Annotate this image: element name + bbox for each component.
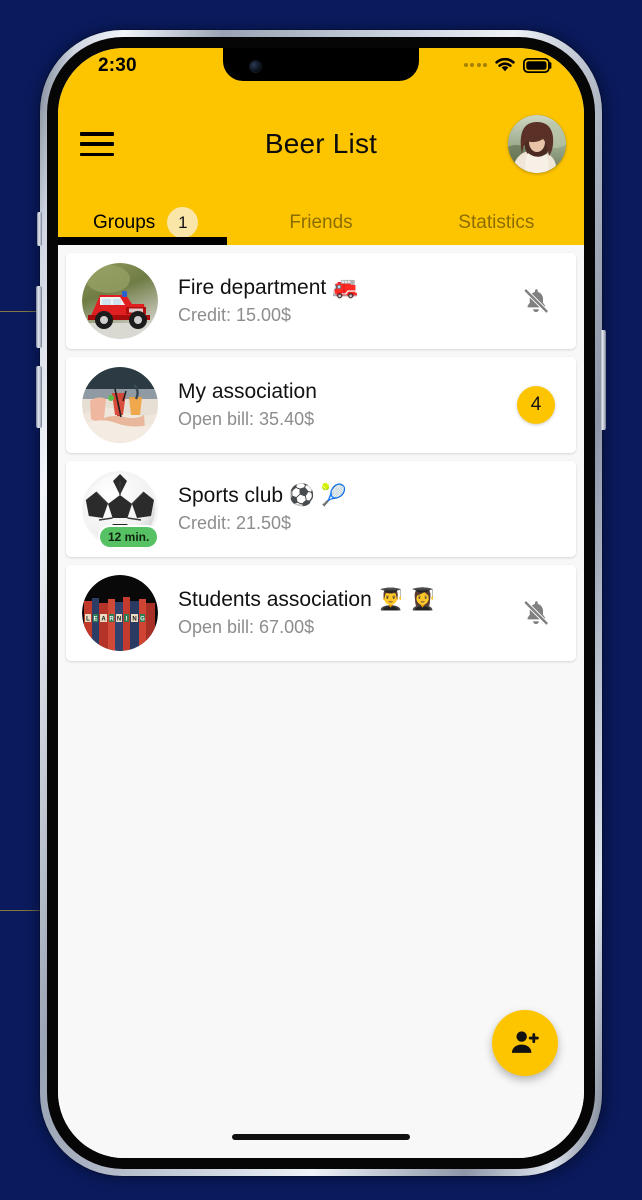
row-text: Sports club ⚽ 🎾 Credit: 21.50$	[158, 482, 512, 536]
page-title: Beer List	[264, 128, 378, 159]
power-button[interactable]	[600, 330, 606, 430]
group-detail: Open bill: 35.40$	[178, 409, 315, 430]
row-trailing	[512, 597, 560, 629]
profile-avatar[interactable]	[508, 115, 566, 173]
row-trailing	[512, 285, 560, 317]
svg-text:L: L	[86, 616, 90, 622]
mute-switch-button[interactable]	[37, 212, 42, 246]
group-detail: Open bill: 67.00$	[178, 617, 315, 638]
group-name: Fire department 🚒	[178, 276, 359, 300]
fire-truck-avatar-image	[82, 263, 158, 339]
svg-text:A: A	[101, 616, 106, 622]
group-name: My association	[178, 380, 317, 404]
status-bar-time: 2:30	[98, 55, 137, 76]
table-row[interactable]: My association Open bill: 35.40$ 4	[66, 357, 576, 453]
add-person-icon	[511, 1031, 539, 1053]
hamburger-menu-icon[interactable]	[80, 132, 114, 156]
battery-full-icon	[523, 57, 552, 73]
svg-text:R: R	[109, 616, 114, 622]
table-row[interactable]: Fire department 🚒 Credit: 15.00$	[66, 253, 576, 349]
books-learning-avatar: L E A R N I N G	[82, 575, 158, 651]
tab-statistics-label: Statistics	[458, 211, 535, 233]
cocktails-avatar	[82, 367, 158, 443]
volume-down-button[interactable]	[36, 366, 42, 428]
tab-groups-badge: 1	[167, 207, 199, 238]
avatar-wrapper	[82, 263, 158, 339]
svg-text:E: E	[93, 616, 97, 622]
add-group-fab[interactable]	[492, 1010, 558, 1076]
active-tab-indicator	[58, 237, 227, 245]
group-name: Students association 👨‍🎓 👩‍🎓	[178, 588, 436, 612]
bell-off-icon[interactable]	[521, 285, 551, 317]
group-name: Sports club ⚽ 🎾	[178, 484, 348, 508]
svg-text:N: N	[117, 616, 121, 622]
wifi-icon	[495, 57, 515, 72]
screenshot-stage: 2:30 Beer List Groups 1 Friends Statisti…	[0, 0, 642, 1200]
tab-groups-label: Groups	[93, 211, 156, 233]
phone-screen: 2:30 Beer List Groups 1 Friends Statisti…	[58, 48, 584, 1158]
status-badge: 12 min.	[100, 527, 158, 547]
row-text: My association Open bill: 35.40$	[158, 378, 512, 432]
avatar-wrapper: L E A R N I N G	[82, 575, 158, 651]
guide-mark-left-upper	[0, 311, 38, 312]
svg-text:G: G	[140, 616, 145, 622]
fire-truck-avatar	[82, 263, 158, 339]
app-bar-header: Beer List	[58, 108, 584, 180]
row-text: Students association 👨‍🎓 👩‍🎓 Open bill: …	[158, 586, 512, 640]
front-camera-icon	[250, 61, 261, 72]
avatar-wrapper: 12 min.	[82, 471, 158, 547]
row-trailing: 4	[512, 386, 560, 424]
row-text: Fire department 🚒 Credit: 15.00$	[158, 274, 512, 328]
status-bar-indicators	[463, 57, 553, 73]
home-indicator[interactable]	[232, 1134, 410, 1140]
tab-statistics[interactable]: Statistics	[409, 200, 584, 245]
tab-friends-label: Friends	[289, 211, 353, 233]
volume-up-button[interactable]	[36, 286, 42, 348]
bell-off-icon[interactable]	[521, 597, 551, 629]
svg-text:N: N	[132, 616, 136, 622]
books-learning-avatar-image: L E A R N I N G	[82, 575, 158, 651]
table-row[interactable]: 12 min. Sports club ⚽ 🎾 Credit: 21.50$	[66, 461, 576, 557]
status-badge[interactable]: 4	[517, 386, 555, 424]
profile-avatar-image	[508, 115, 566, 173]
app-bar: 2:30 Beer List Groups 1 Friends Statisti…	[58, 48, 584, 245]
cocktails-avatar-image	[82, 367, 158, 443]
tab-friends[interactable]: Friends	[233, 200, 408, 245]
signal-dots-icon	[463, 63, 487, 67]
group-detail: Credit: 21.50$	[178, 513, 292, 534]
table-row[interactable]: L E A R N I N G	[66, 565, 576, 661]
avatar-wrapper	[82, 367, 158, 443]
display-notch	[223, 48, 419, 81]
group-detail: Credit: 15.00$	[178, 305, 292, 326]
